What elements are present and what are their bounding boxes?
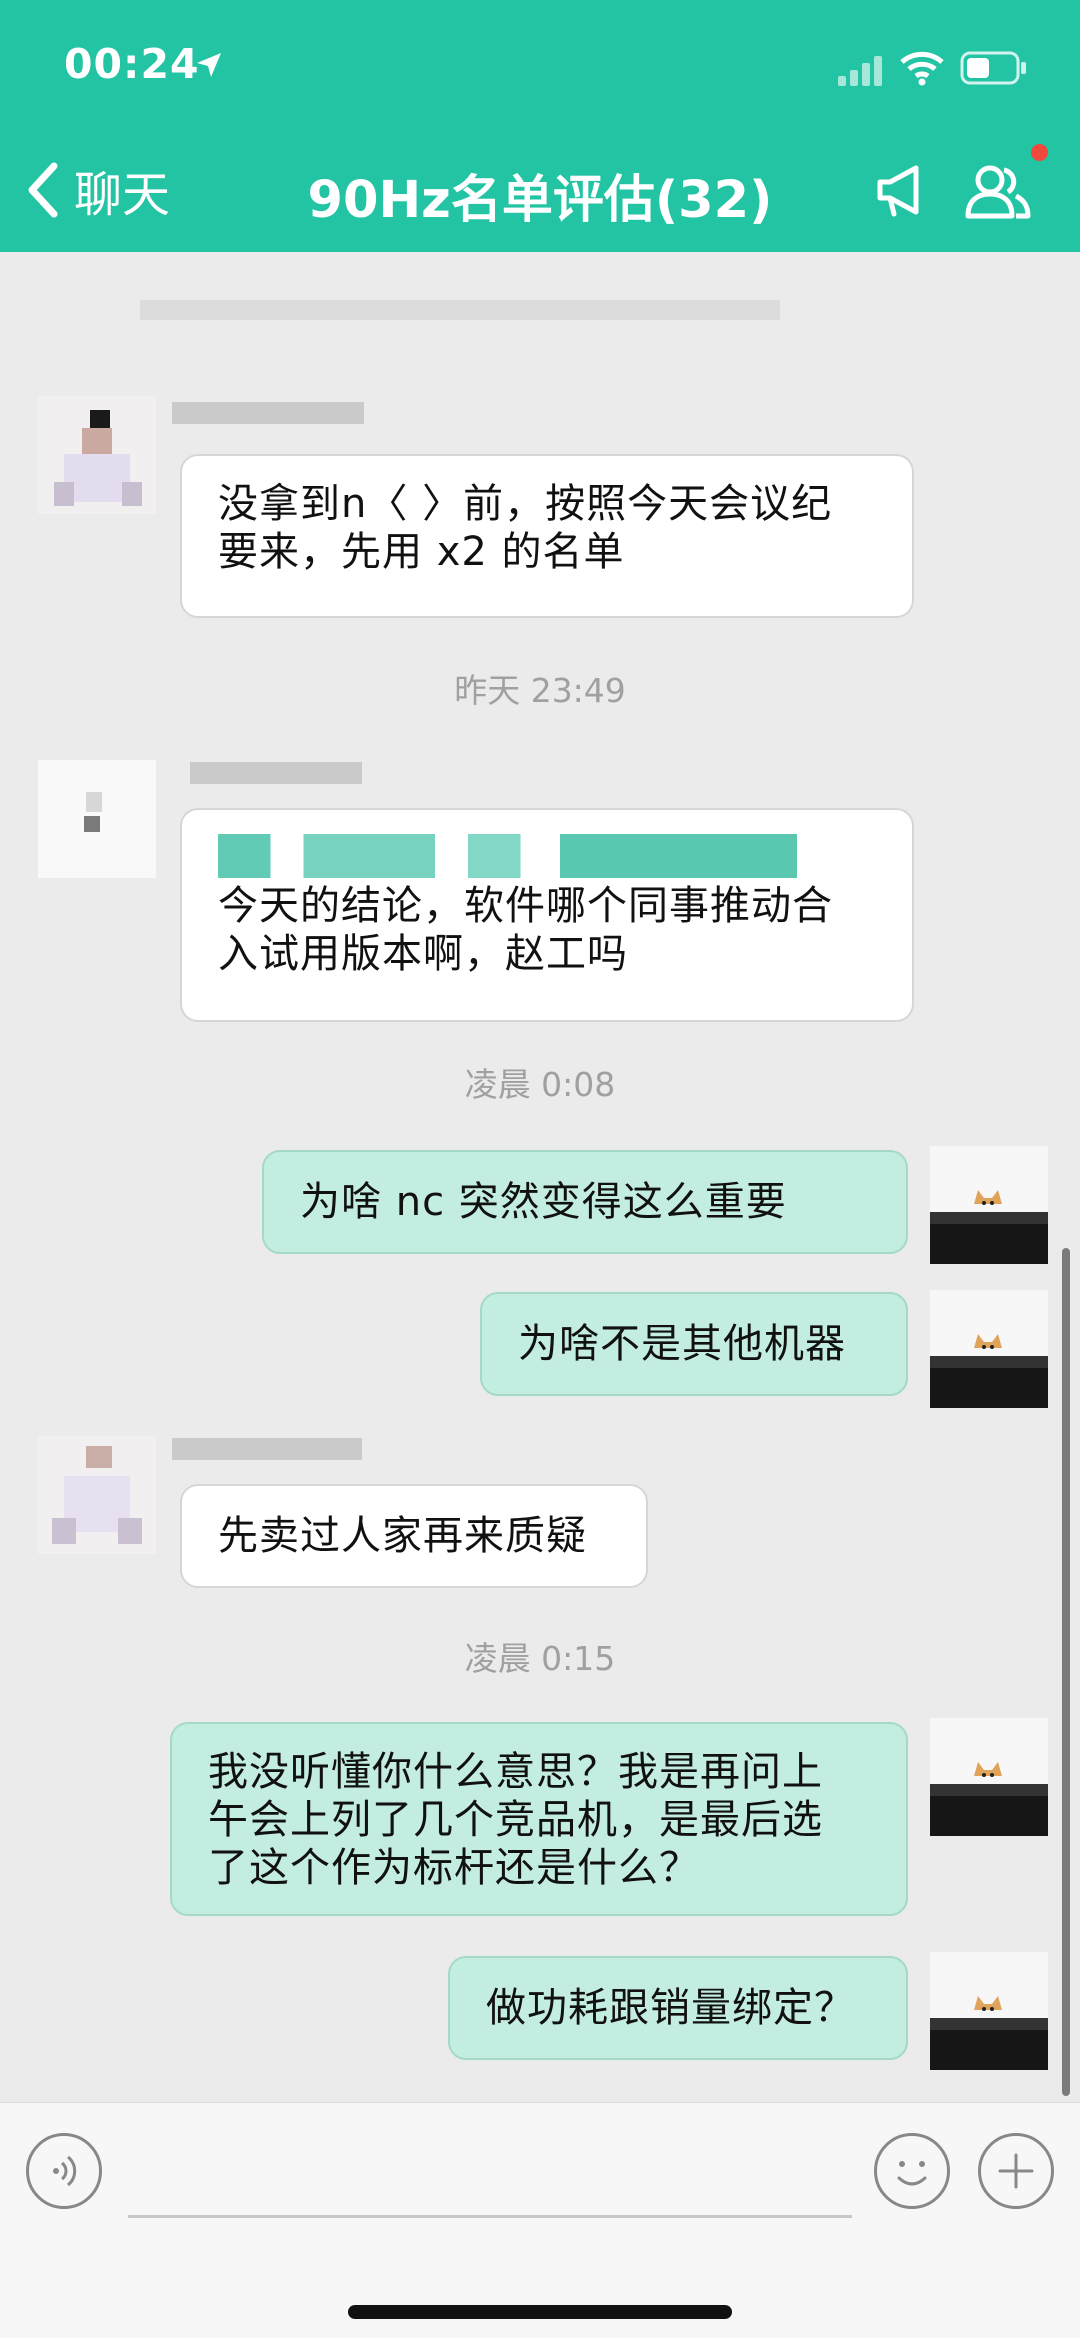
sender-name [172, 402, 364, 424]
timestamp: 凌晨 0:15 [464, 1639, 616, 1678]
avatar-image [38, 1436, 156, 1554]
message-text: 没拿到n〈 〉前，按照今天会议纪 要来，先用 x2 的名单 [218, 481, 833, 575]
top-bar: 00:24 聊天 90Hz名单评估(32) [0, 0, 1080, 252]
blurred-quote [218, 834, 876, 878]
message-text: 先卖过人家再来质疑 [218, 1513, 587, 1559]
group-members-icon[interactable] [964, 158, 1032, 222]
announcement-icon[interactable] [872, 160, 932, 220]
smile-icon [897, 2161, 927, 2186]
home-indicator [348, 2305, 732, 2319]
message-bubble[interactable]: 为啥不是其他机器 [480, 1292, 908, 1396]
message-bubble[interactable]: 先卖过人家再来质疑 [180, 1484, 648, 1588]
avatar[interactable] [38, 1436, 156, 1554]
input-bar [0, 2102, 1080, 2338]
voice-icon [53, 2155, 77, 2187]
message-list[interactable]: 没拿到n〈 〉前，按照今天会议纪 要来，先用 x2 的名单 昨天 23:49 今… [0, 252, 1080, 2102]
message-text: 我没听懂你什么意思？我是再问上 午会上列了几个竞品机，是最后选 了这个作为标杆还… [208, 1749, 823, 1891]
wifi-icon [900, 51, 944, 86]
signal-icon [838, 56, 882, 86]
message-bubble[interactable]: 做功耗跟销量绑定？ [448, 1956, 908, 2060]
avatar[interactable] [930, 1290, 1048, 1408]
battery-icon [960, 51, 1026, 85]
location-arrow-icon [197, 53, 221, 77]
avatar[interactable] [930, 1952, 1048, 2070]
cat-avatar-image [930, 1146, 1048, 1264]
avatar[interactable] [38, 396, 156, 514]
sender-name [172, 1438, 362, 1460]
message-text: 为啥 nc 突然变得这么重要 [300, 1179, 787, 1225]
scrollbar[interactable] [1062, 1248, 1070, 2096]
voice-input-button[interactable] [26, 2133, 102, 2209]
avatar-image [38, 760, 156, 878]
plus-icon [998, 2153, 1034, 2189]
message-text: 做功耗跟销量绑定？ [486, 1985, 855, 2031]
timestamp: 昨天 23:49 [454, 671, 626, 710]
avatar-image [38, 396, 156, 514]
cat-avatar-image [930, 1718, 1048, 1836]
cat-avatar-image [930, 1952, 1048, 2070]
message-input[interactable] [128, 2215, 852, 2218]
message-bubble[interactable]: 没拿到n〈 〉前，按照今天会议纪 要来，先用 x2 的名单 [180, 454, 914, 618]
message-text: 今天的结论，软件哪个同事推动合 入试用版本啊，赵工吗 [218, 883, 833, 977]
blurred-text [140, 300, 780, 320]
timestamp: 凌晨 0:08 [464, 1065, 616, 1104]
message-bubble[interactable]: 为啥 nc 突然变得这么重要 [262, 1150, 908, 1254]
more-button[interactable] [978, 2133, 1054, 2209]
sender-name [190, 762, 362, 784]
message-bubble[interactable]: 我没听懂你什么意思？我是再问上 午会上列了几个竞品机，是最后选 了这个作为标杆还… [170, 1722, 908, 1916]
avatar[interactable] [38, 760, 156, 878]
emoji-button[interactable] [874, 2133, 950, 2209]
message-bubble[interactable]: 今天的结论，软件哪个同事推动合 入试用版本啊，赵工吗 [180, 808, 914, 1022]
avatar[interactable] [930, 1146, 1048, 1264]
message-text: 为啥不是其他机器 [518, 1321, 846, 1367]
cat-avatar-image [930, 1290, 1048, 1408]
status-time: 00:24 [64, 40, 200, 88]
avatar[interactable] [930, 1718, 1048, 1836]
notification-dot [1031, 144, 1048, 161]
